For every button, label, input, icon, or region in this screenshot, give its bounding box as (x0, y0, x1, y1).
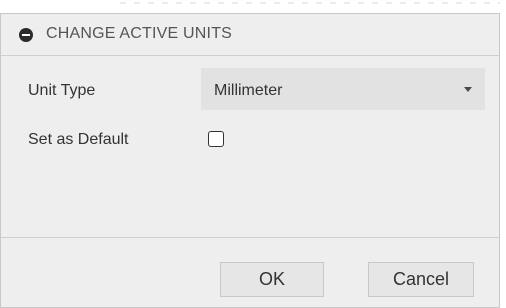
background-canvas (0, 0, 506, 13)
minus-circle-icon[interactable] (19, 28, 33, 42)
unit-type-value: Millimeter (214, 82, 283, 99)
set-as-default-label: Set as Default (28, 131, 129, 148)
unit-type-select[interactable]: Millimeter (201, 68, 485, 110)
change-active-units-dialog: CHANGE ACTIVE UNITS Unit Type Millimeter… (0, 13, 500, 308)
dialog-title: CHANGE ACTIVE UNITS (46, 25, 233, 42)
ok-button[interactable]: OK (220, 262, 324, 297)
background-dotted-line (120, 2, 500, 4)
set-as-default-checkbox[interactable] (208, 131, 224, 147)
dialog-body: Unit Type Millimeter Set as Default (1, 56, 499, 236)
dialog-titlebar: CHANGE ACTIVE UNITS (1, 14, 499, 56)
chevron-down-icon (464, 87, 472, 92)
dialog-footer: OK Cancel (1, 237, 499, 307)
unit-type-label: Unit Type (28, 82, 96, 99)
cancel-button[interactable]: Cancel (368, 262, 474, 297)
